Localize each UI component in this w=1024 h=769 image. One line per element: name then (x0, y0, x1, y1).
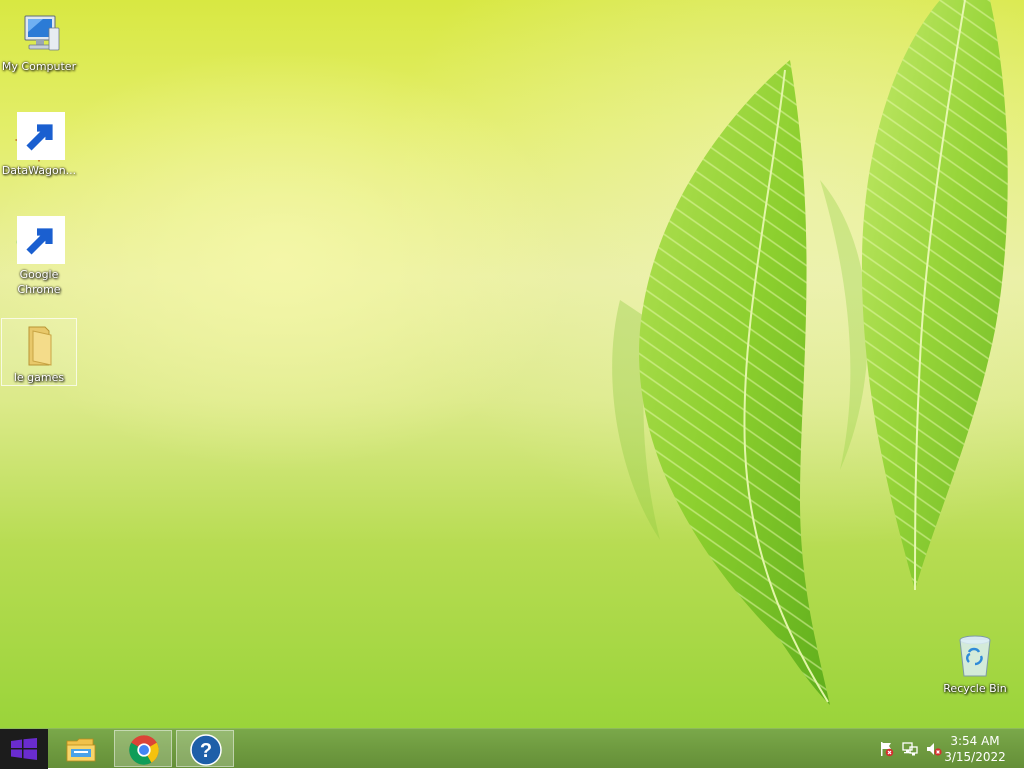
desktop-icon-google-chrome[interactable]: Google Chrome (1, 216, 77, 297)
chrome-icon (15, 216, 65, 266)
recycle-bin-icon (951, 632, 999, 680)
start-button[interactable] (0, 729, 48, 769)
desktop[interactable]: My Computer DataWagon... Google Chrome l… (0, 0, 1024, 728)
desktop-icon-recycle-bin[interactable]: Recycle Bin (937, 630, 1013, 696)
desktop-icon-label: le games (13, 371, 65, 384)
network-icon[interactable] (902, 741, 918, 757)
desktop-icon-label: My Computer (1, 60, 77, 73)
help-icon: ? (190, 734, 222, 766)
taskbar-file-explorer-button[interactable] (52, 730, 110, 767)
shortcut-arrow-icon (17, 216, 65, 264)
taskbar-clock[interactable]: 3:54 AM 3/15/2022 (940, 733, 1010, 765)
desktop-icon-label: DataWagon... (1, 164, 77, 177)
taskbar-chrome-button[interactable] (114, 730, 172, 767)
computer-icon (15, 10, 63, 58)
shortcut-arrow-icon (17, 112, 65, 160)
file-explorer-icon (66, 738, 96, 762)
chrome-icon (129, 735, 159, 765)
taskbar: ? 3:54 AM 3/15/2022 (0, 728, 1024, 769)
system-tray: 3:54 AM 3/15/2022 (864, 729, 1024, 769)
datawagon-icon (15, 112, 65, 162)
clock-date: 3/15/2022 (944, 750, 1006, 764)
taskbar-help-button[interactable]: ? (176, 730, 234, 767)
desktop-icon-le-games[interactable]: le games (1, 318, 77, 386)
svg-text:?: ? (200, 740, 212, 762)
desktop-icon-my-computer[interactable]: My Computer (1, 8, 77, 74)
desktop-icon-label: Recycle Bin (943, 682, 1007, 695)
action-center-flag-icon[interactable] (878, 741, 894, 757)
desktop-icon-datawagon[interactable]: DataWagon... (1, 112, 77, 178)
wallpaper-leaves (612, 0, 1008, 705)
windows-logo-icon (11, 738, 37, 760)
folder-icon (15, 321, 63, 369)
desktop-icon-label: Google Chrome (17, 268, 61, 296)
clock-time: 3:54 AM (950, 734, 1000, 748)
